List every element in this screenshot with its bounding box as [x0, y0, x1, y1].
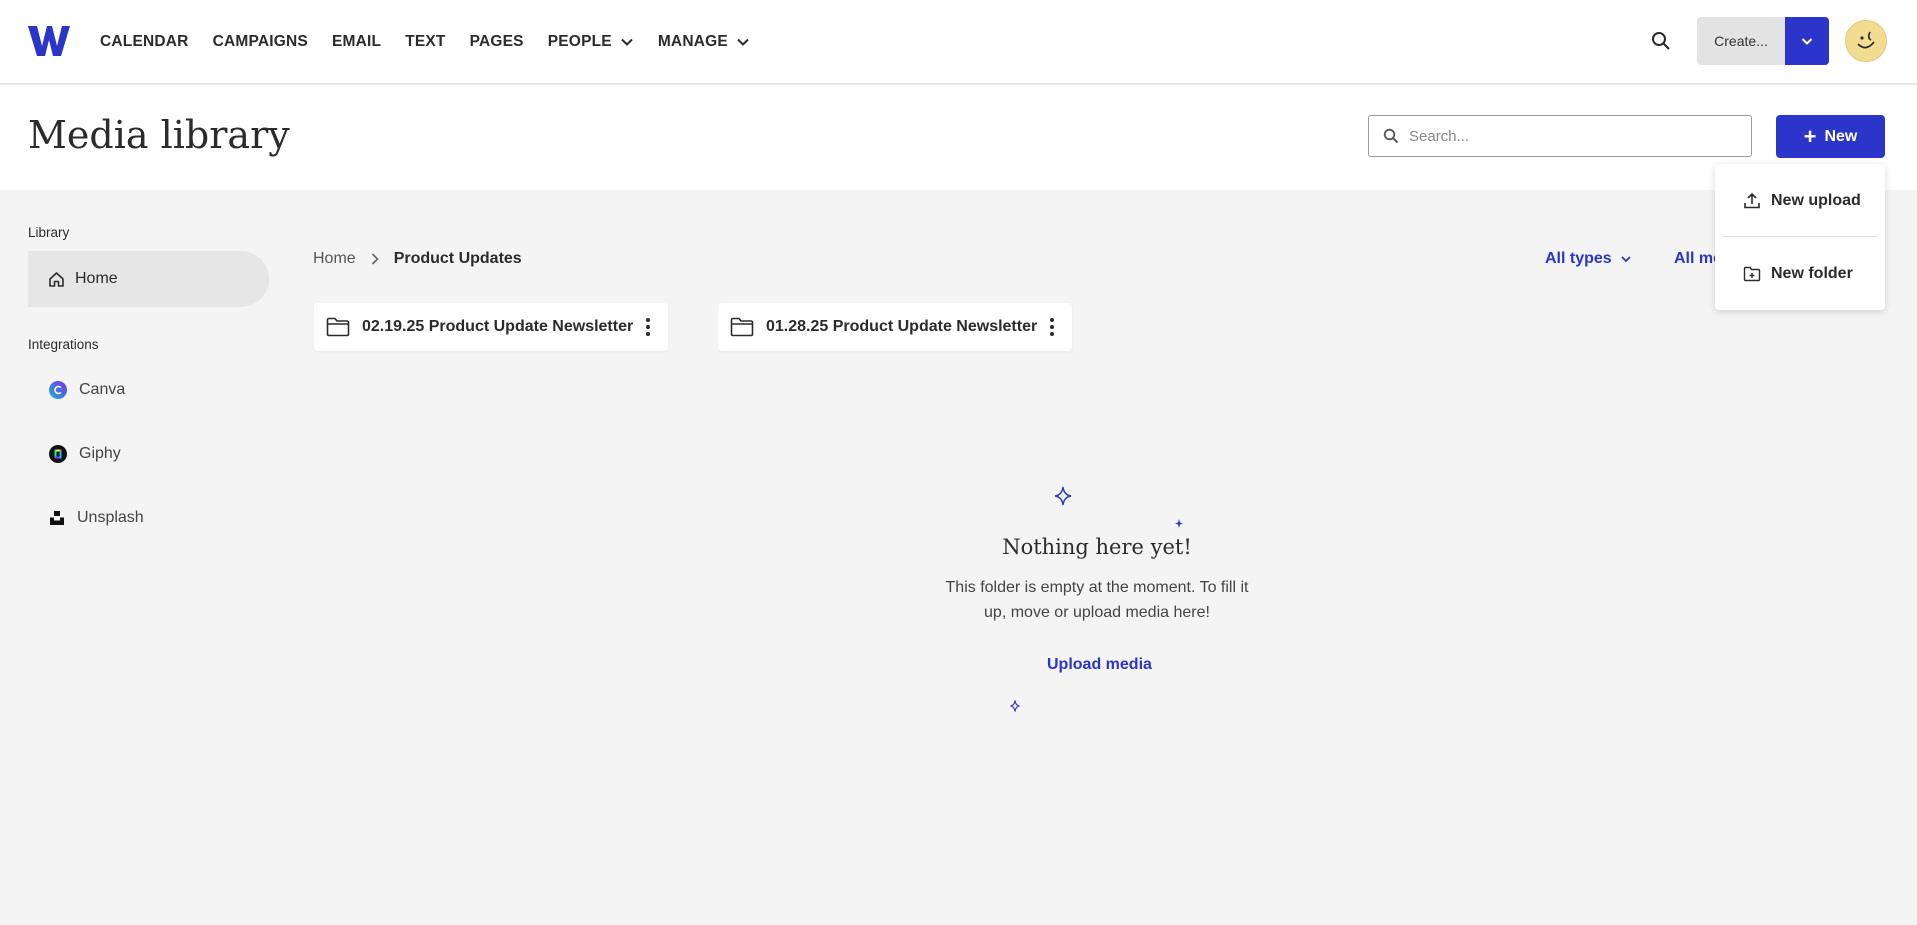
folder-card[interactable]: 02.19.25 Product Update Newsletter: [314, 303, 668, 351]
chevron-down-icon: [1621, 256, 1631, 263]
sidebar-item-giphy-label: Giphy: [79, 445, 121, 462]
menu-item-new-folder-label: New folder: [1771, 265, 1853, 282]
folder-plus-icon: [1743, 266, 1761, 282]
sidebar-item-canva-label: Canva: [79, 381, 126, 398]
sparkle-icon: [1054, 486, 1072, 506]
nav-text-label: TEXT: [405, 33, 446, 50]
sidebar-item-unsplash[interactable]: Unsplash: [49, 509, 144, 527]
sidebar-item-home[interactable]: Home: [28, 251, 269, 307]
folder-card[interactable]: 01.28.25 Product Update Newsletter: [718, 303, 1072, 351]
folder-icon: [326, 317, 350, 337]
sidebar-item-home-label: Home: [75, 270, 118, 287]
nav-campaigns-label: CAMPAIGNS: [212, 33, 308, 50]
menu-divider: [1723, 236, 1877, 237]
canva-icon: [49, 381, 67, 399]
create-button-label: Create...: [1714, 33, 1768, 49]
nav-pages-label: PAGES: [469, 33, 524, 50]
nav-email-label: EMAIL: [331, 33, 382, 50]
chevron-down-icon: [621, 38, 633, 46]
main-nav: CALENDAR CAMPAIGNS EMAIL TEXT PAGES PEOP…: [100, 0, 774, 84]
more-options-button[interactable]: [638, 315, 658, 339]
nav-calendar-label: CALENDAR: [100, 33, 189, 50]
home-icon: [49, 271, 64, 287]
nav-manage[interactable]: MANAGE: [658, 33, 750, 51]
smiley-avatar-icon: [1857, 31, 1875, 49]
breadcrumb-home[interactable]: Home: [313, 250, 356, 268]
nav-manage-label: MANAGE: [657, 33, 728, 50]
media-search[interactable]: [1368, 115, 1752, 157]
create-dropdown-toggle[interactable]: [1785, 17, 1829, 65]
unsplash-icon: [50, 511, 64, 525]
new-button-label: New: [1824, 127, 1858, 145]
kebab-menu-icon: [1050, 318, 1054, 336]
chevron-down-icon: [1801, 38, 1813, 45]
sidebar-item-giphy[interactable]: Giphy: [49, 445, 121, 463]
search-icon[interactable]: [1650, 30, 1672, 52]
upload-media-link[interactable]: Upload media: [1047, 656, 1152, 674]
nav-calendar[interactable]: CALENDAR: [100, 33, 189, 51]
search-icon: [1383, 128, 1399, 144]
menu-item-new-upload-label: New upload: [1771, 192, 1861, 209]
breadcrumb-current: Product Updates: [393, 250, 522, 267]
user-avatar[interactable]: [1845, 20, 1887, 62]
type-filter-label: All types: [1545, 250, 1612, 267]
new-button[interactable]: + New: [1776, 115, 1885, 158]
more-options-button[interactable]: [1042, 315, 1062, 339]
sidebar-item-canva[interactable]: Canva: [49, 381, 125, 399]
app-logo[interactable]: [28, 26, 70, 56]
empty-state-title: Nothing here yet!: [1002, 535, 1192, 559]
chevron-down-icon: [737, 38, 749, 46]
type-filter[interactable]: All types: [1545, 250, 1632, 268]
nav-people-label: PEOPLE: [547, 33, 612, 50]
folder-icon: [730, 317, 754, 337]
sidebar-item-unsplash-label: Unsplash: [77, 509, 144, 526]
plus-icon: +: [1803, 123, 1817, 149]
library-heading: Library: [28, 225, 70, 240]
page-header: Media library + New: [0, 85, 1917, 190]
giphy-icon: [49, 445, 67, 463]
sparkle-icon: [1175, 519, 1183, 528]
sparkle-icon: [1010, 700, 1020, 712]
menu-item-new-upload[interactable]: New upload: [1715, 176, 1885, 226]
empty-state-text: This folder is empty at the moment. To f…: [945, 579, 1249, 621]
nav-campaigns[interactable]: CAMPAIGNS: [213, 33, 308, 51]
folder-name: 01.28.25 Product Update Newsletter: [766, 318, 1038, 335]
upload-icon: [1744, 193, 1760, 209]
folder-name: 02.19.25 Product Update Newsletter: [362, 318, 634, 335]
new-dropdown-menu: New upload New folder: [1715, 164, 1885, 310]
nav-people[interactable]: PEOPLE: [548, 33, 634, 51]
nav-email[interactable]: EMAIL: [332, 33, 381, 51]
chevron-right-icon: [371, 253, 379, 265]
page-title: Media library: [28, 113, 290, 157]
top-navigation-bar: CALENDAR CAMPAIGNS EMAIL TEXT PAGES PEOP…: [0, 0, 1917, 84]
nav-pages[interactable]: PAGES: [470, 33, 524, 51]
media-search-input[interactable]: [1409, 127, 1729, 145]
menu-item-new-folder[interactable]: New folder: [1715, 249, 1885, 299]
integrations-heading: Integrations: [28, 337, 99, 352]
kebab-menu-icon: [646, 318, 650, 336]
nav-text[interactable]: TEXT: [405, 33, 445, 51]
breadcrumb: Home Product Updates: [313, 250, 522, 268]
create-button[interactable]: Create...: [1697, 17, 1785, 65]
